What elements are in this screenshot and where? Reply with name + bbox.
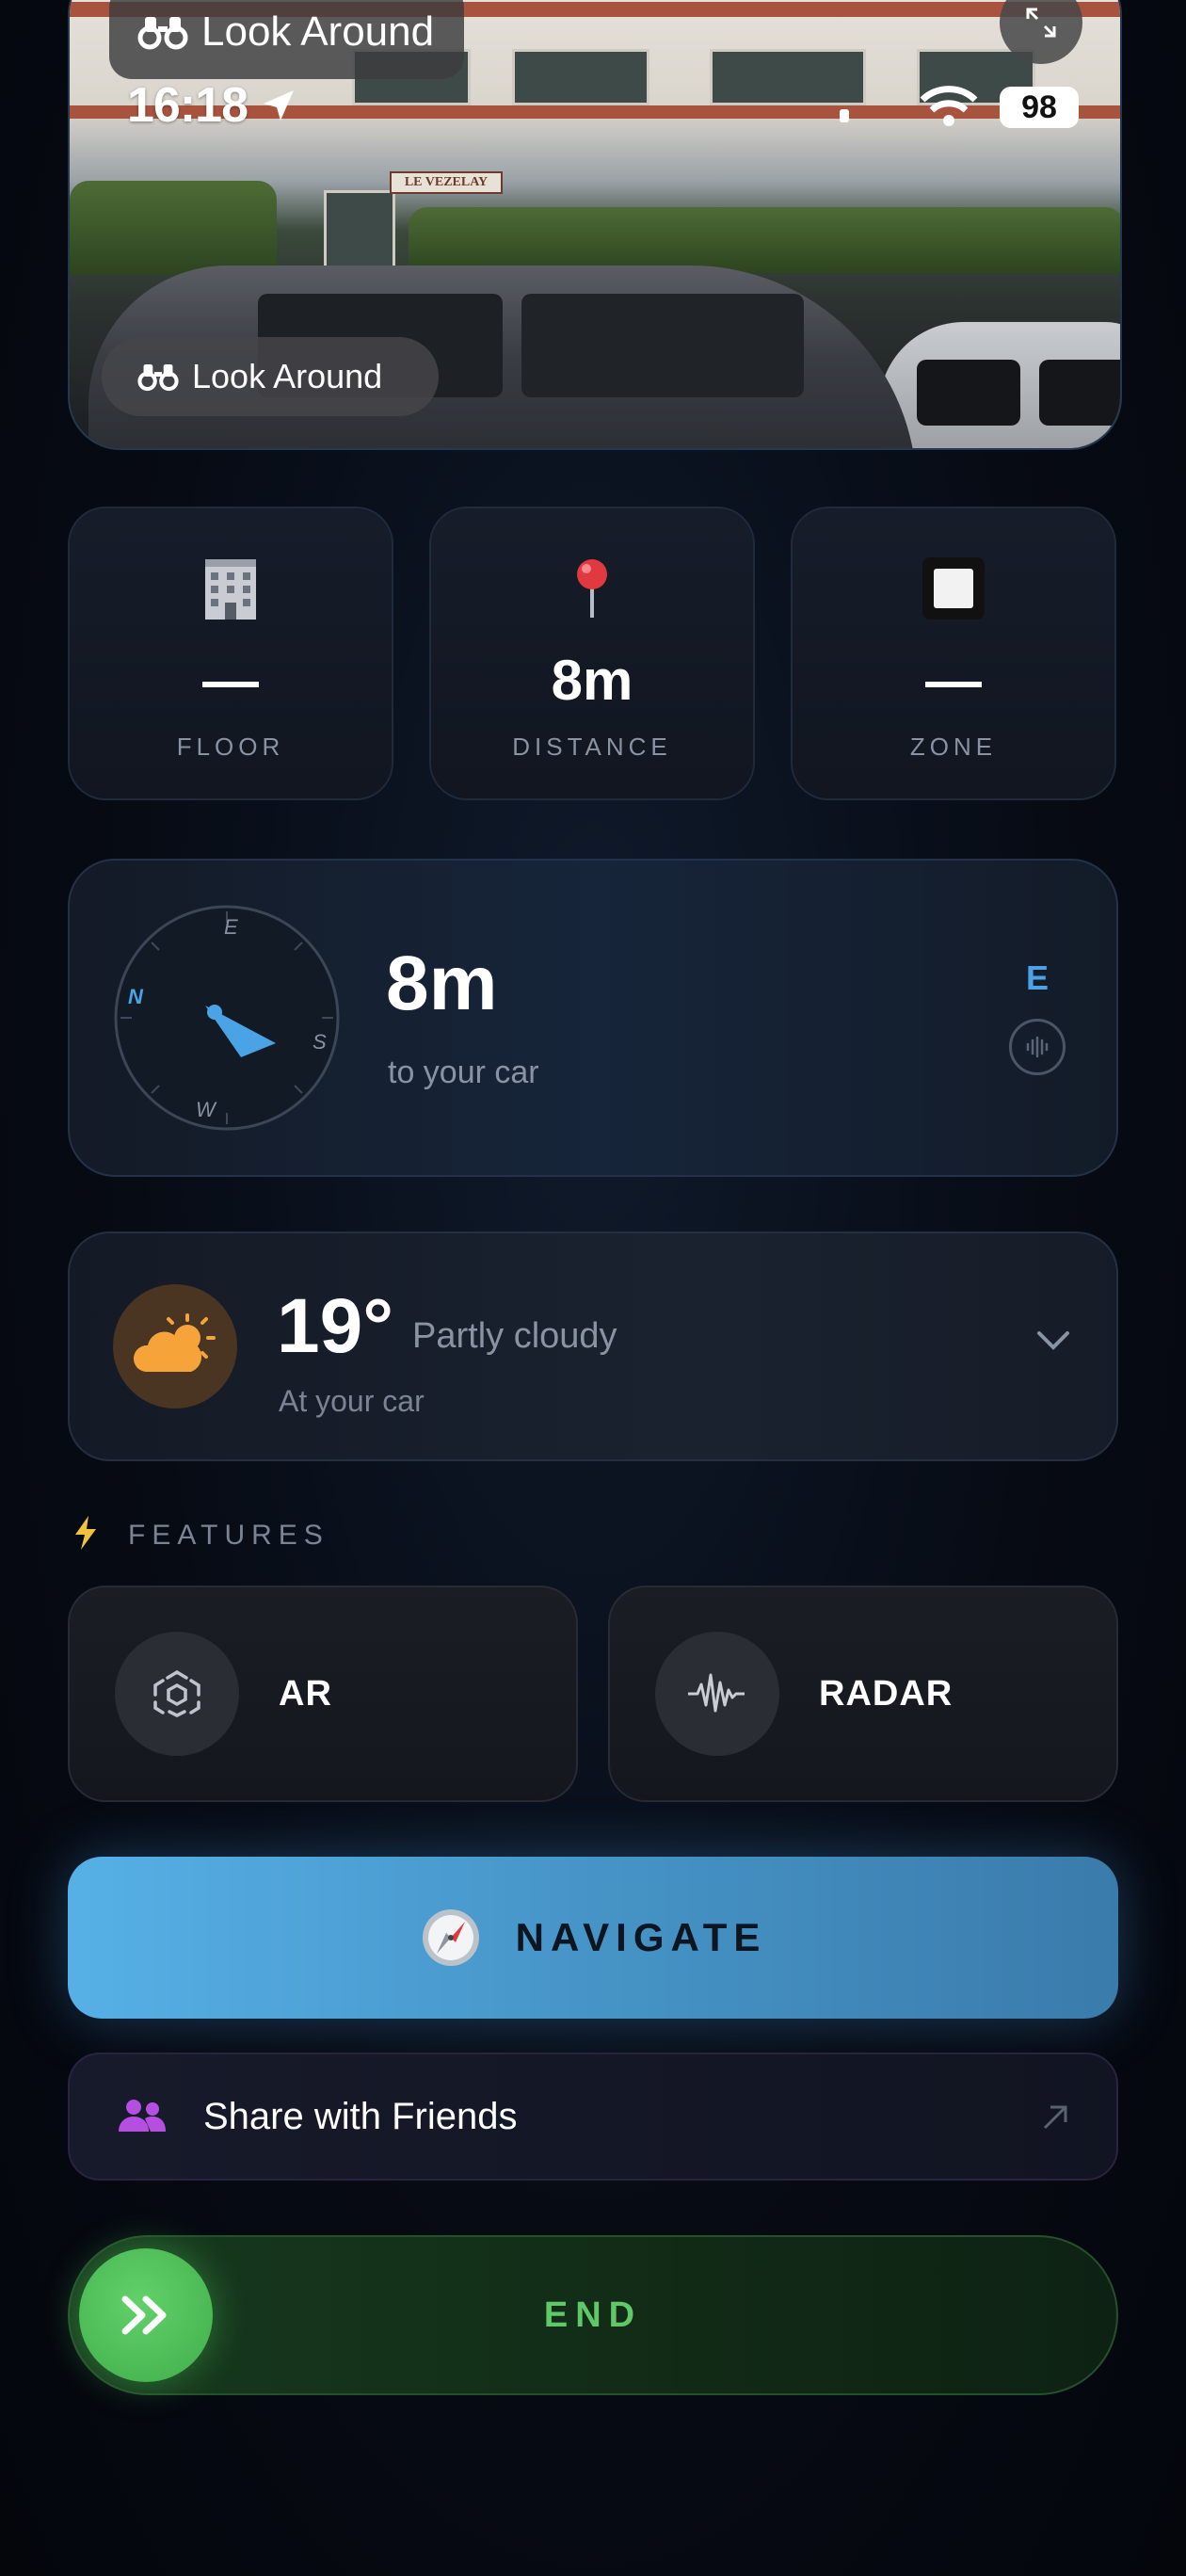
wifi-icon [919, 83, 979, 135]
compass-icon [420, 1907, 482, 1969]
look-around-button[interactable]: Look Around [102, 337, 439, 416]
ar-icon [115, 1632, 239, 1756]
compass-letter-e: E [224, 915, 238, 939]
building-icon [200, 555, 262, 621]
share-label: Share with Friends [203, 2095, 518, 2137]
audio-guide-button[interactable] [1009, 1019, 1066, 1075]
share-button[interactable]: Share with Friends [68, 2053, 1118, 2181]
navigate-label: NAVIGATE [515, 1915, 767, 1959]
waveform-icon [1023, 1033, 1051, 1061]
building-sign: LE VEZELAY [390, 171, 503, 194]
end-slider-handle[interactable] [79, 2248, 213, 2382]
radar-icon [655, 1632, 779, 1756]
binoculars-icon [137, 361, 179, 393]
lightning-icon [72, 1514, 100, 1556]
floor-value: — [202, 649, 259, 712]
car-window [917, 360, 1020, 426]
ar-label: AR [279, 1673, 332, 1714]
look-around-title: Look Around [201, 8, 435, 55]
floor-card: — FLOOR [68, 507, 393, 800]
location-arrow-icon [260, 80, 297, 137]
radar-label: RADAR [819, 1673, 954, 1714]
radar-feature-button[interactable]: RADAR [608, 1586, 1118, 1802]
building-window [512, 49, 649, 105]
binoculars-icon [137, 13, 188, 51]
zone-value: — [925, 649, 982, 712]
weather-temp: 19° [277, 1283, 394, 1369]
heading-letter: E [1026, 958, 1050, 997]
compass-letter-s: S [313, 1030, 327, 1054]
compass-card: E N S W 8m to your car E [68, 859, 1118, 1177]
look-around-header: Look Around [109, 0, 465, 79]
status-time: 16:18 [127, 77, 297, 137]
distance-label: DISTANCE [512, 733, 672, 761]
battery-indicator: 98 [1000, 87, 1079, 128]
end-label: END [543, 2294, 643, 2335]
zone-card: — ZONE [791, 507, 1116, 800]
look-around-button-label: Look Around [192, 357, 383, 395]
weather-condition: Partly cloudy [412, 1316, 617, 1356]
pin-icon [573, 555, 611, 621]
parked-car [879, 322, 1120, 448]
compass-dial: E N S W [111, 902, 343, 1134]
floor-label: FLOOR [176, 733, 285, 761]
compass-letter-w: W [196, 1098, 216, 1121]
zone-label: ZONE [909, 733, 998, 761]
navigate-button[interactable]: NAVIGATE [68, 1857, 1118, 2019]
signal-icon [836, 104, 855, 131]
square-icon [921, 555, 986, 621]
expand-icon [1024, 6, 1058, 40]
car-distance-subtitle: to your car [388, 1055, 539, 1090]
weather-location: At your car [279, 1384, 425, 1418]
chevron-down-icon [1035, 1329, 1071, 1357]
partly-cloudy-icon [113, 1284, 237, 1409]
building-window [710, 49, 866, 105]
distance-value: 8m [551, 649, 633, 712]
building-door [324, 190, 395, 271]
ar-feature-button[interactable]: AR [68, 1586, 578, 1802]
compass-letter-n: N [128, 985, 143, 1008]
car-window [1039, 360, 1120, 426]
features-title: FEATURES [128, 1520, 329, 1551]
distance-card: 8m DISTANCE [429, 507, 755, 800]
double-chevron-right-icon [120, 2294, 172, 2337]
hedge [70, 181, 277, 275]
hedge [409, 207, 1120, 273]
weather-card[interactable]: 19° Partly cloudy At your car [68, 1232, 1118, 1461]
arrow-up-right-icon [1039, 2101, 1071, 2133]
people-icon [117, 2098, 168, 2135]
end-slider[interactable]: END [68, 2235, 1118, 2395]
car-distance: 8m [386, 941, 498, 1026]
car-window [521, 294, 804, 397]
